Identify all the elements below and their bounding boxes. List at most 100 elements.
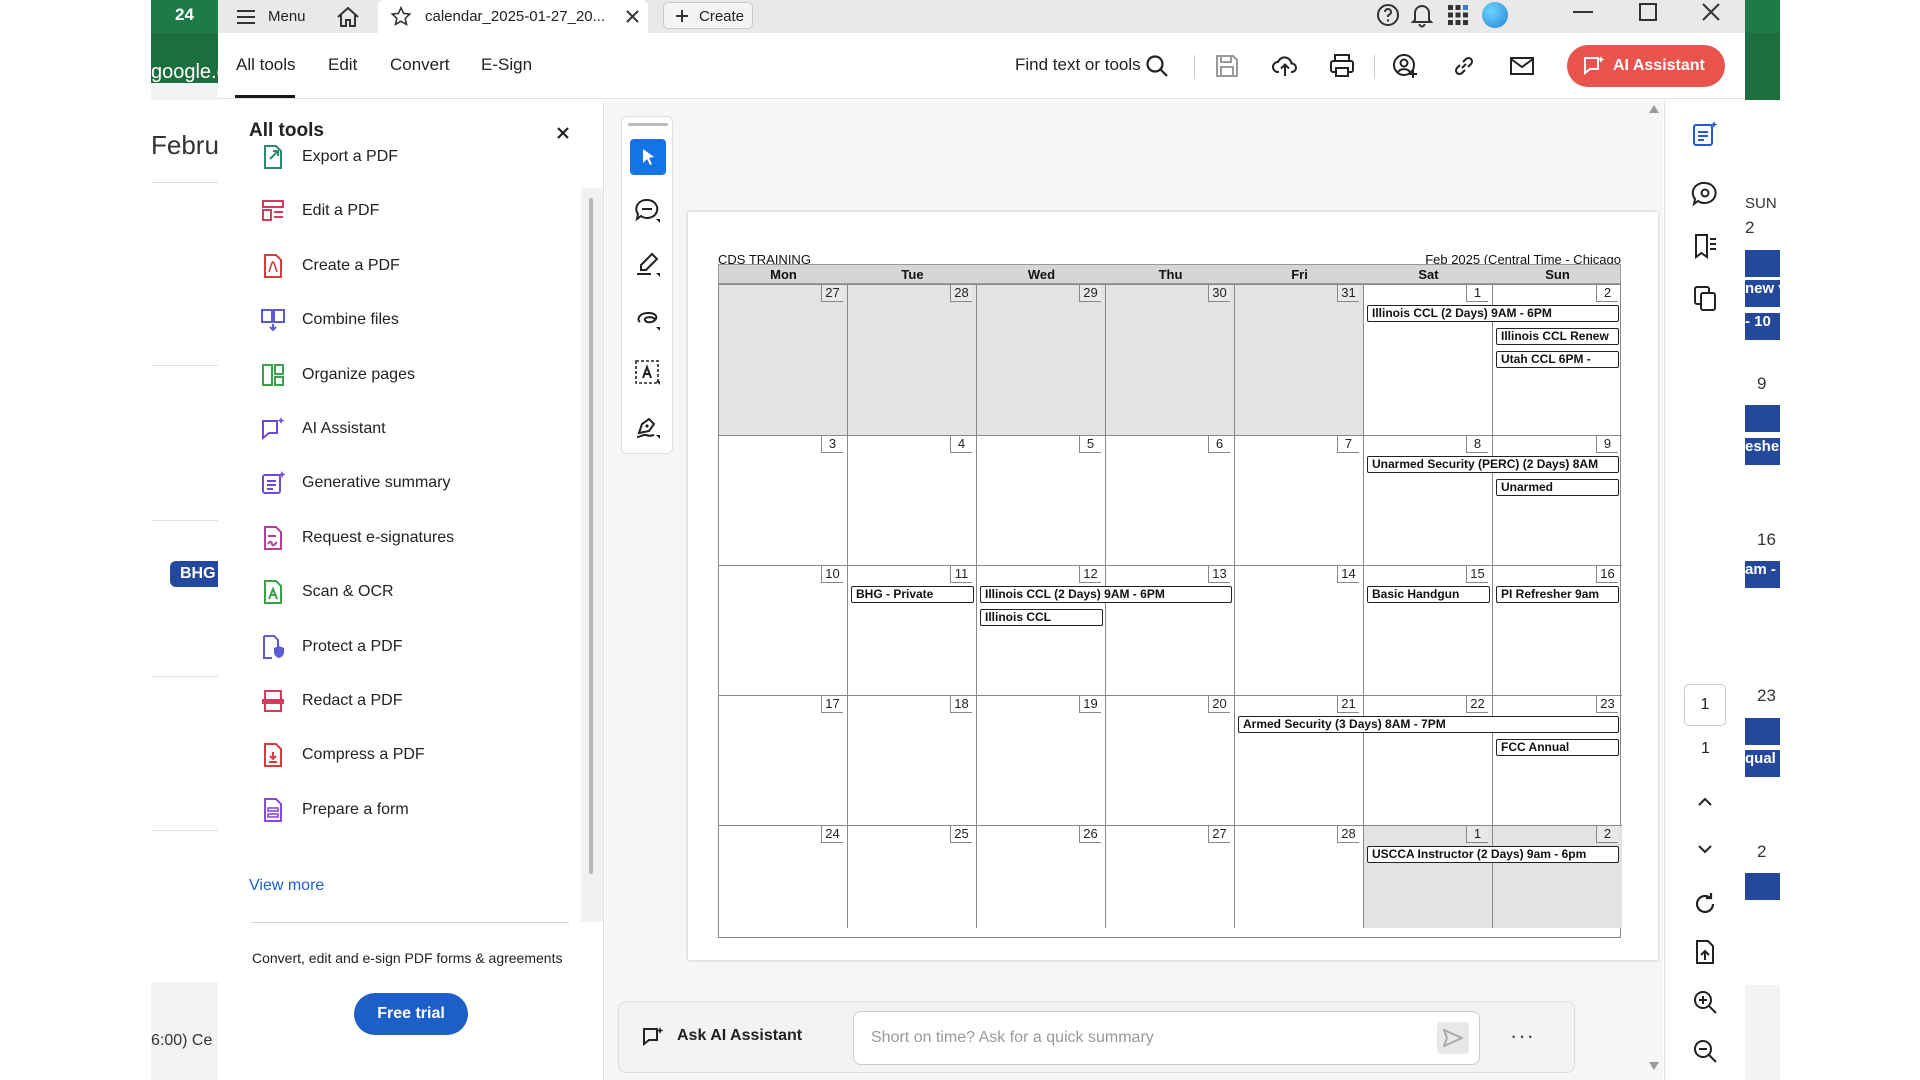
day-name-mon: Mon — [770, 267, 797, 282]
comments-rail-icon[interactable] — [1691, 180, 1719, 208]
tool-export-pdf[interactable]: Export a PDF — [260, 142, 398, 172]
add-text-icon — [635, 360, 660, 385]
document-tab[interactable]: calendar_2025-01-27_20... — [378, 0, 648, 33]
ai-assistant-button[interactable]: AI Assistant — [1567, 45, 1725, 87]
chevron-down-icon[interactable] — [1691, 835, 1719, 863]
search-icon[interactable] — [1144, 53, 1170, 79]
maximize-icon[interactable] — [1639, 3, 1657, 21]
more-options-button[interactable]: ··· — [1510, 1023, 1535, 1049]
scroll-up-arrow-icon[interactable] — [1649, 105, 1659, 113]
calendar-event[interactable]: Armed Security (3 Days) 8AM - 7PM — [1238, 716, 1619, 733]
print-icon[interactable] — [1329, 53, 1355, 79]
tool-generative-summary[interactable]: Generative summary — [260, 468, 451, 498]
select-tool-button[interactable] — [630, 139, 666, 175]
close-panel-icon[interactable] — [557, 127, 569, 139]
day-number: 25 — [950, 826, 972, 843]
calendar-event[interactable]: BHG - Private — [851, 586, 974, 603]
pdf-page[interactable]: CDS TRAINING Feb 2025 (Central Time - Ch… — [688, 212, 1658, 960]
calendar-event[interactable]: Unarmed Security (PERC) (2 Days) 8AM — [1367, 456, 1619, 473]
text-tool-button[interactable] — [630, 355, 666, 391]
comment-tool-button[interactable] — [630, 193, 666, 229]
send-button[interactable] — [1437, 1022, 1469, 1054]
calendar-event[interactable]: Utah CCL 6PM - — [1496, 351, 1619, 368]
background-date: 9 — [1757, 374, 1767, 393]
tool-combine-files[interactable]: Combine files — [260, 305, 399, 335]
help-icon[interactable] — [1376, 3, 1400, 27]
background-date: 2 — [1757, 842, 1767, 861]
email-icon[interactable] — [1509, 53, 1535, 79]
document-scrollbar[interactable] — [1645, 100, 1663, 1080]
upload-cloud-icon[interactable] — [1272, 53, 1298, 79]
star-icon[interactable] — [390, 6, 412, 27]
background-tab-strip: 24 — [151, 0, 218, 33]
day-number: 19 — [1079, 696, 1101, 713]
find-text-tools[interactable]: Find text or tools — [1015, 55, 1141, 75]
tool-create-pdf[interactable]: Create a PDF — [260, 251, 400, 281]
calendar-event[interactable]: USCCA Instructor (2 Days) 9am - 6pm — [1367, 846, 1619, 863]
calendar-event[interactable]: Illinois CCL — [980, 609, 1103, 626]
tool-protect-pdf[interactable]: Protect a PDF — [260, 632, 402, 662]
calendar-event[interactable]: Illinois CCL (2 Days) 9AM - 6PM — [1367, 305, 1619, 322]
save-icon[interactable] — [1214, 53, 1240, 79]
tool-scan-ocr[interactable]: Scan & OCR — [260, 577, 394, 607]
tab-convert[interactable]: Convert — [390, 55, 450, 75]
panel-scrollbar[interactable] — [581, 188, 603, 922]
share-user-icon[interactable] — [1392, 53, 1418, 79]
calendar-day-cell: 27 — [1106, 826, 1235, 928]
panel-scrollbar-thumb[interactable] — [589, 198, 593, 874]
rotate-icon[interactable] — [1691, 890, 1719, 918]
calendar-event[interactable]: Unarmed — [1496, 479, 1619, 496]
day-number: 5 — [1079, 436, 1101, 453]
view-more-link[interactable]: View more — [249, 877, 324, 895]
current-page-input[interactable]: 1 — [1684, 684, 1726, 726]
redact-pdf-icon — [262, 690, 284, 712]
menu-button[interactable]: Menu — [236, 0, 306, 33]
apps-grid-icon[interactable] — [1446, 3, 1470, 27]
bookmarks-rail-icon[interactable] — [1691, 232, 1719, 260]
ask-ai-input[interactable] — [853, 1011, 1480, 1065]
tab-esign[interactable]: E-Sign — [481, 55, 532, 75]
sign-tool-button[interactable] — [630, 409, 666, 445]
background-event-bar: am - — [1745, 561, 1780, 588]
day-number: 11 — [950, 566, 972, 583]
tool-edit-pdf[interactable]: Edit a PDF — [260, 196, 379, 226]
scroll-down-arrow-icon[interactable] — [1649, 1062, 1659, 1070]
calendar-event[interactable]: Illinois CCL (2 Days) 9AM - 6PM — [980, 586, 1232, 603]
calendar-event[interactable]: PI Refresher 9am — [1496, 586, 1619, 603]
pages-rail-icon[interactable] — [1691, 284, 1719, 312]
draw-tool-button[interactable] — [630, 301, 666, 337]
link-icon[interactable] — [1451, 53, 1477, 79]
free-trial-button[interactable]: Free trial — [354, 993, 468, 1035]
day-number: 21 — [1337, 696, 1359, 713]
notifications-icon[interactable] — [1410, 2, 1434, 28]
zoom-in-icon[interactable] — [1691, 988, 1719, 1016]
tool-compress-pdf[interactable]: Compress a PDF — [260, 740, 425, 770]
calendar-event[interactable]: FCC Annual — [1496, 739, 1619, 756]
close-tab-icon[interactable] — [626, 10, 639, 23]
user-avatar[interactable] — [1482, 2, 1508, 28]
acrobat-window: Menu calendar_2025-01-27_20... Create Al… — [218, 0, 1745, 1080]
calendar-day-cell: 24 — [719, 826, 848, 928]
page-fit-icon[interactable] — [1691, 938, 1719, 966]
tab-edit[interactable]: Edit — [328, 55, 357, 75]
chevron-up-icon[interactable] — [1691, 788, 1719, 816]
tool-redact-pdf[interactable]: Redact a PDF — [260, 686, 402, 716]
request-esignatures-icon — [264, 525, 282, 550]
tool-ai-assistant[interactable]: AI Assistant — [260, 414, 386, 444]
calendar-day-cell: 26 — [977, 826, 1106, 928]
tool-organize-pages[interactable]: Organize pages — [260, 360, 415, 390]
home-button[interactable] — [336, 0, 360, 33]
create-button[interactable]: Create — [663, 2, 753, 29]
calendar-event[interactable]: Illinois CCL Renew — [1496, 328, 1619, 345]
background-event-bar: esher — [1745, 438, 1780, 465]
minimize-icon[interactable] — [1573, 10, 1593, 14]
close-window-icon[interactable] — [1702, 3, 1720, 21]
tool-prepare-form[interactable]: Prepare a form — [260, 795, 409, 825]
tool-request-esignatures[interactable]: Request e-signatures — [260, 523, 454, 553]
tab-all-tools[interactable]: All tools — [236, 55, 296, 75]
calendar-event[interactable]: Basic Handgun — [1367, 586, 1490, 603]
generative-summary-rail-icon[interactable] — [1691, 120, 1719, 148]
quick-tools-handle[interactable] — [628, 123, 668, 126]
zoom-out-icon[interactable] — [1691, 1037, 1719, 1065]
highlight-tool-button[interactable] — [630, 247, 666, 283]
